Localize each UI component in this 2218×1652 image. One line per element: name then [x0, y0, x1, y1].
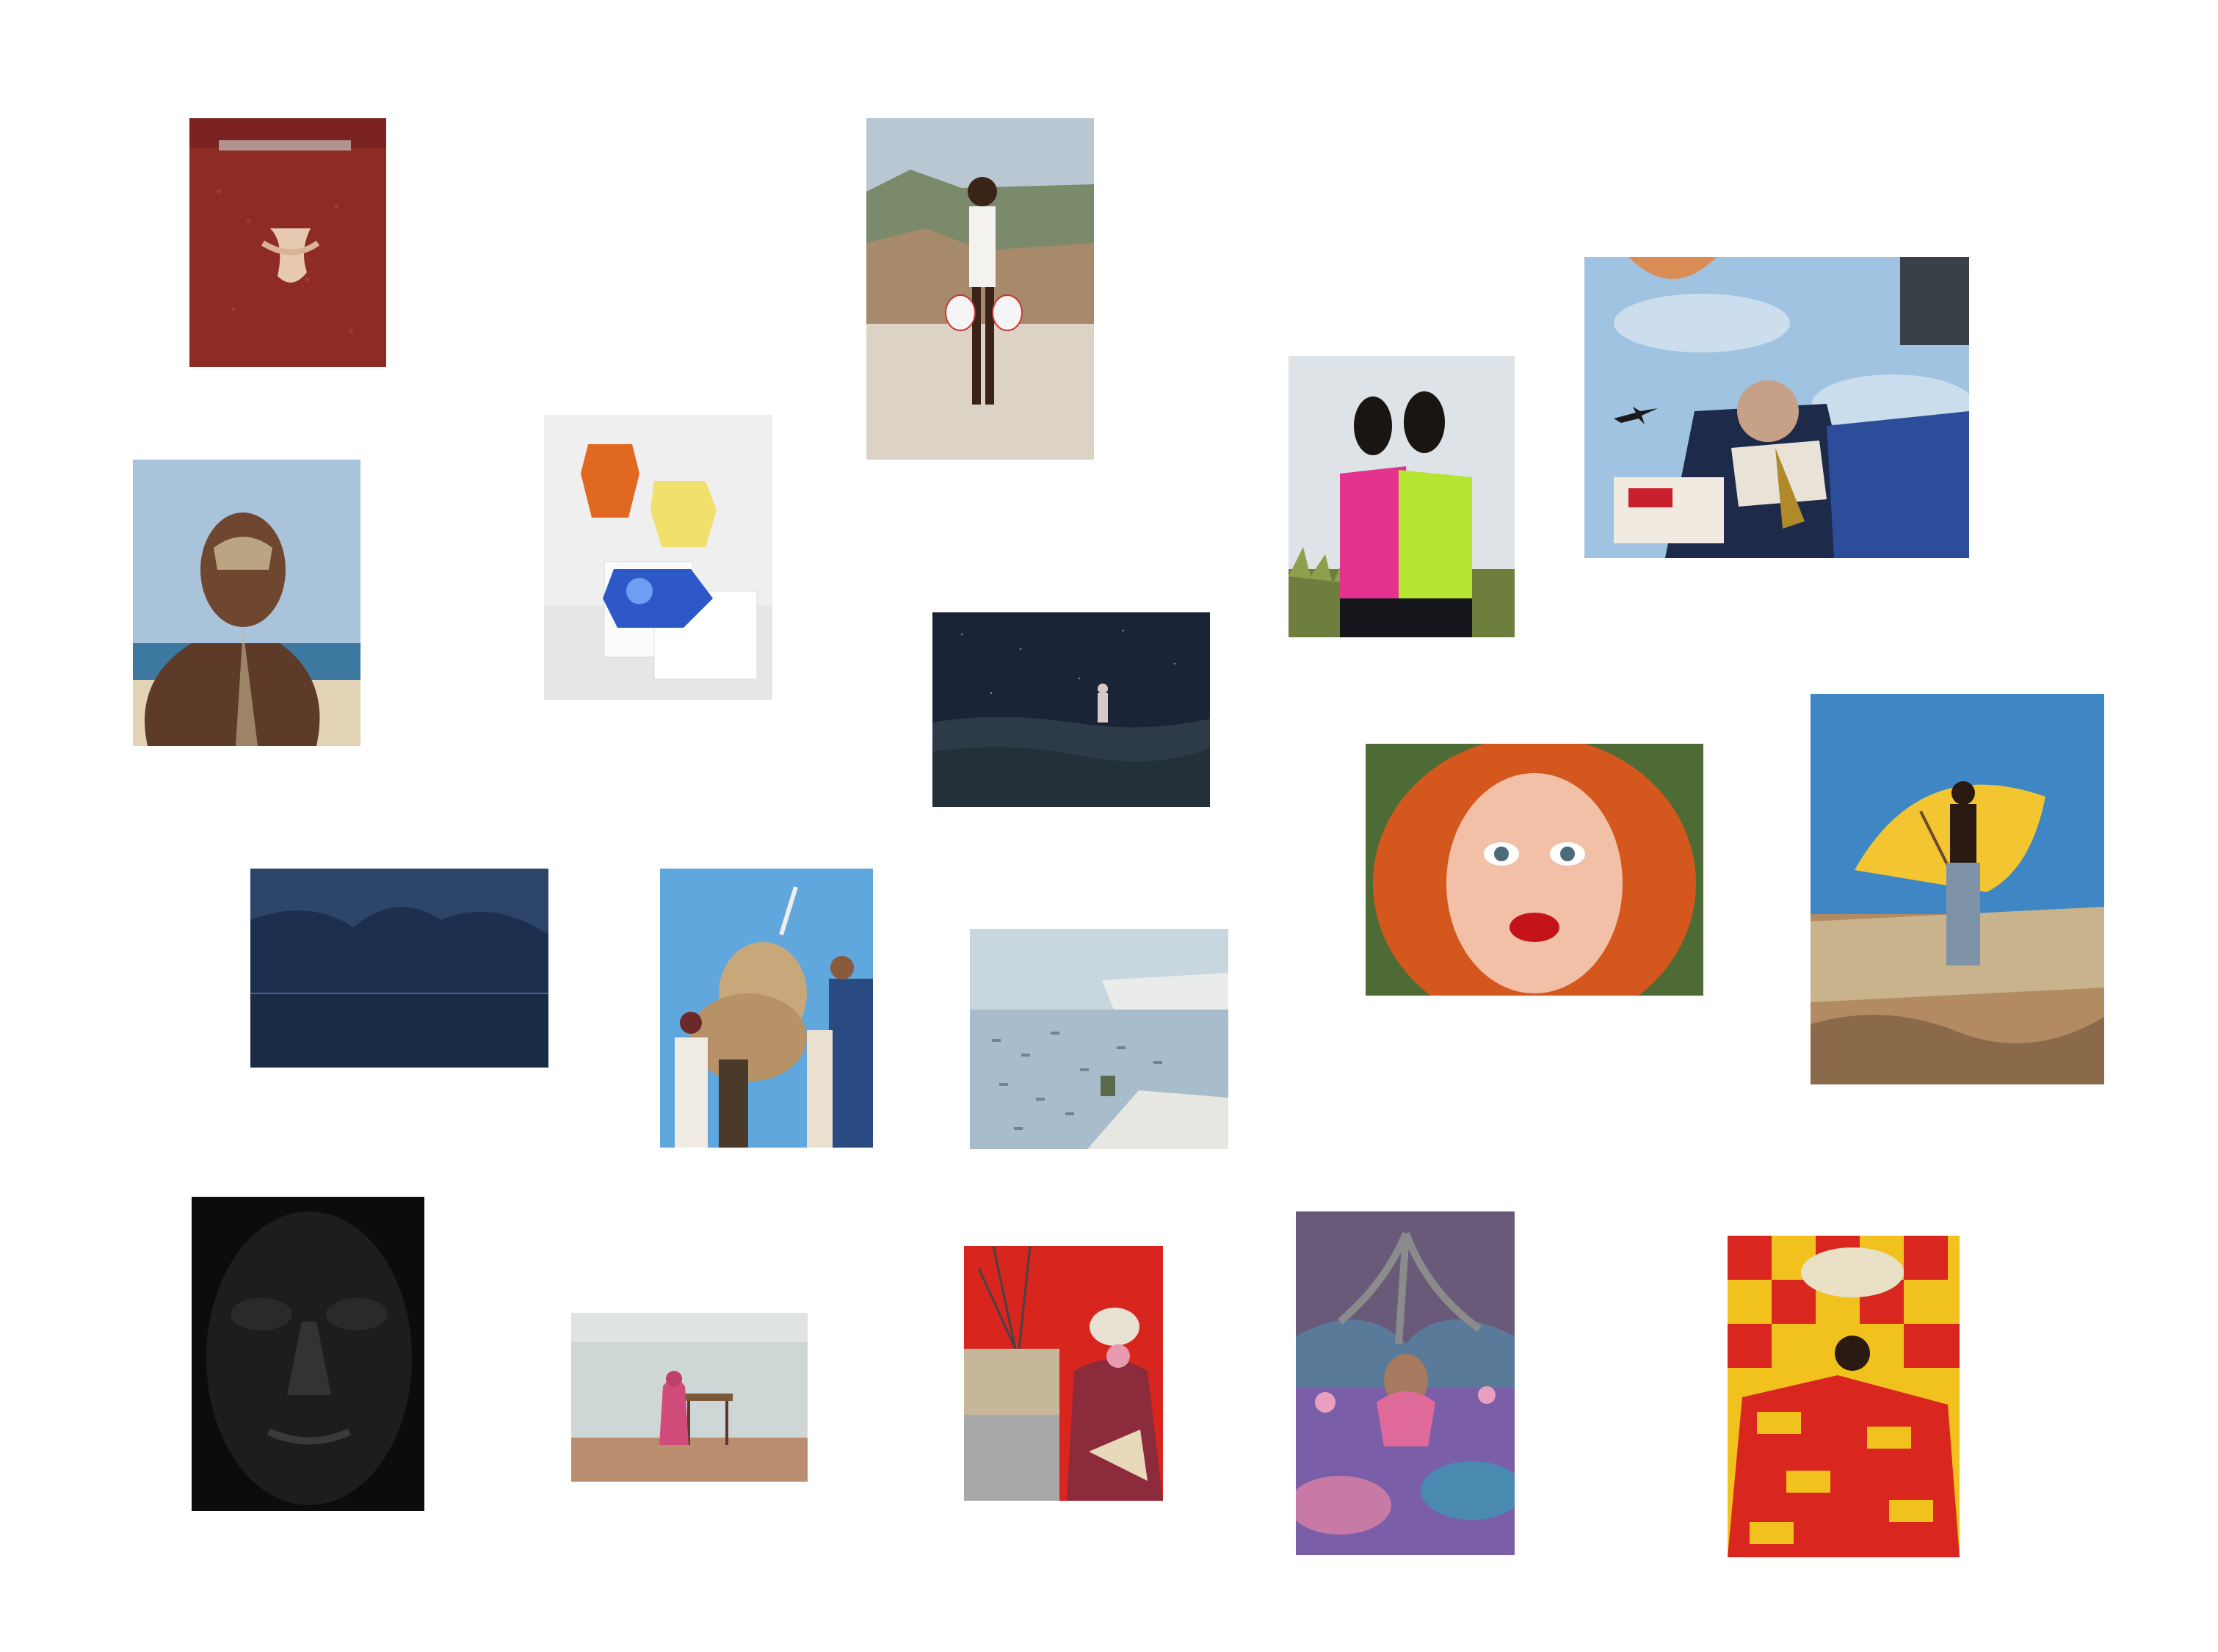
photo-boxer-on-beach[interactable]: [866, 118, 1094, 460]
photo-shirts-on-plinths[interactable]: [544, 415, 772, 700]
photo-yellow-umbrella-in-water[interactable]: [1811, 694, 2104, 1084]
photo-gallery: [0, 0, 2218, 1652]
photo-rocket-launch-spectators[interactable]: [660, 869, 873, 1148]
photo-man-sand-face[interactable]: [133, 460, 360, 746]
photo-two-women-pink-lime[interactable]: [1289, 356, 1515, 637]
photo-dark-sculpted-face[interactable]: [192, 1197, 424, 1511]
photo-vendor-red-backdrop[interactable]: [964, 1246, 1163, 1501]
photo-woman-red-dress[interactable]: [189, 118, 386, 367]
photo-jumbo-print-dress[interactable]: [1728, 1236, 1960, 1557]
photo-misty-bay-boats[interactable]: [970, 929, 1228, 1149]
photo-stormy-mountain-lake[interactable]: [250, 869, 548, 1068]
photo-night-landscape-figure[interactable]: [932, 612, 1210, 807]
photo-figure-at-desk-empty-room[interactable]: [571, 1313, 808, 1482]
photo-red-haired-woman[interactable]: [1366, 744, 1703, 996]
photo-group-looking-down[interactable]: [1584, 257, 1969, 558]
photo-woman-roots-lotus[interactable]: [1296, 1211, 1515, 1555]
